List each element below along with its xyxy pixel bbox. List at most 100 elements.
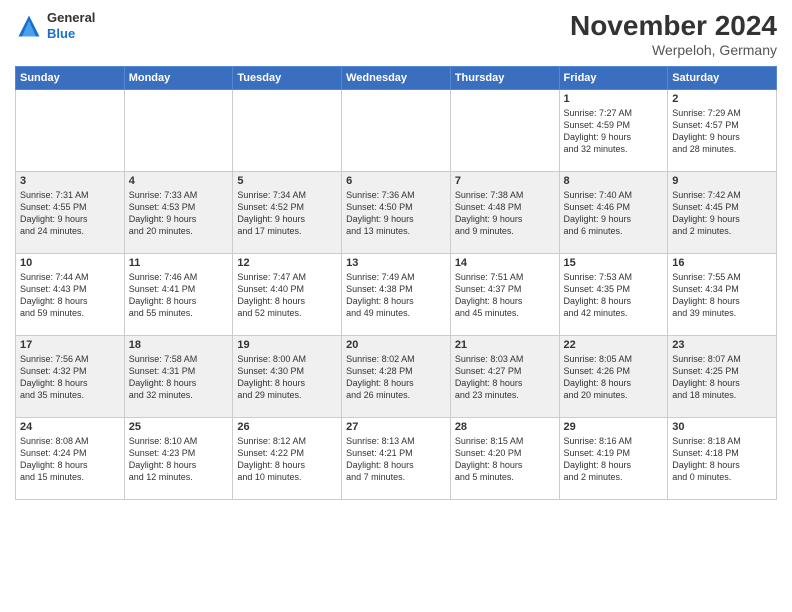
- day-number: 20: [346, 339, 446, 351]
- calendar-cell: 24 Sunrise: 8:08 AM Sunset: 4:24 PM Dayli…: [16, 418, 125, 500]
- calendar-week-1: 3 Sunrise: 7:31 AM Sunset: 4:55 PM Daylig…: [16, 172, 777, 254]
- day-info: Sunrise: 8:13 AM Sunset: 4:21 PM Dayligh…: [346, 435, 446, 484]
- day-number: 6: [346, 175, 446, 187]
- calendar-cell: 1 Sunrise: 7:27 AM Sunset: 4:59 PM Daylig…: [559, 90, 668, 172]
- calendar-cell: 30 Sunrise: 8:18 AM Sunset: 4:18 PM Dayli…: [668, 418, 777, 500]
- calendar-cell: 18 Sunrise: 7:58 AM Sunset: 4:31 PM Dayli…: [124, 336, 233, 418]
- day-info: Sunrise: 8:02 AM Sunset: 4:28 PM Dayligh…: [346, 353, 446, 402]
- page: General Blue November 2024 Werpeloh, Ger…: [0, 0, 792, 612]
- calendar-cell: 17 Sunrise: 7:56 AM Sunset: 4:32 PM Dayli…: [16, 336, 125, 418]
- calendar-cell: [16, 90, 125, 172]
- day-info: Sunrise: 8:05 AM Sunset: 4:26 PM Dayligh…: [564, 353, 664, 402]
- calendar-cell: 9Sunrise: 7:42 AM Sunset: 4:45 PM Daylig…: [668, 172, 777, 254]
- day-number: 25: [129, 421, 229, 433]
- day-info: Sunrise: 7:34 AM Sunset: 4:52 PM Dayligh…: [237, 189, 337, 238]
- day-number: 24: [20, 421, 120, 433]
- day-info: Sunrise: 7:31 AM Sunset: 4:55 PM Dayligh…: [20, 189, 120, 238]
- logo-icon: [15, 12, 43, 40]
- day-number: 21: [455, 339, 555, 351]
- day-number: 3: [20, 175, 120, 187]
- header-saturday: Saturday: [668, 67, 777, 90]
- calendar-cell: 28 Sunrise: 8:15 AM Sunset: 4:20 PM Dayli…: [450, 418, 559, 500]
- day-info: Sunrise: 8:03 AM Sunset: 4:27 PM Dayligh…: [455, 353, 555, 402]
- calendar-cell: 5 Sunrise: 7:34 AM Sunset: 4:52 PM Daylig…: [233, 172, 342, 254]
- day-info: Sunrise: 8:10 AM Sunset: 4:23 PM Dayligh…: [129, 435, 229, 484]
- calendar-cell: 14Sunrise: 7:51 AM Sunset: 4:37 PM Dayli…: [450, 254, 559, 336]
- calendar-cell: 23 Sunrise: 8:07 AM Sunset: 4:25 PM Dayli…: [668, 336, 777, 418]
- day-info: Sunrise: 7:55 AM Sunset: 4:34 PM Dayligh…: [672, 271, 772, 320]
- day-number: 1: [564, 93, 664, 105]
- day-info: Sunrise: 7:47 AM Sunset: 4:40 PM Dayligh…: [237, 271, 337, 320]
- day-number: 12: [237, 257, 337, 269]
- day-info: Sunrise: 8:18 AM Sunset: 4:18 PM Dayligh…: [672, 435, 772, 484]
- day-info: Sunrise: 8:08 AM Sunset: 4:24 PM Dayligh…: [20, 435, 120, 484]
- day-info: Sunrise: 7:27 AM Sunset: 4:59 PM Dayligh…: [564, 107, 664, 156]
- month-title: November 2024: [570, 10, 777, 42]
- day-number: 17: [20, 339, 120, 351]
- day-info: Sunrise: 8:12 AM Sunset: 4:22 PM Dayligh…: [237, 435, 337, 484]
- calendar-cell: 4Sunrise: 7:33 AM Sunset: 4:53 PM Daylig…: [124, 172, 233, 254]
- day-number: 11: [129, 257, 229, 269]
- calendar-cell: 13Sunrise: 7:49 AM Sunset: 4:38 PM Dayli…: [342, 254, 451, 336]
- calendar-cell: 27Sunrise: 8:13 AM Sunset: 4:21 PM Dayli…: [342, 418, 451, 500]
- day-number: 23: [672, 339, 772, 351]
- day-info: Sunrise: 7:29 AM Sunset: 4:57 PM Dayligh…: [672, 107, 772, 156]
- calendar-cell: 2Sunrise: 7:29 AM Sunset: 4:57 PM Daylig…: [668, 90, 777, 172]
- day-info: Sunrise: 8:16 AM Sunset: 4:19 PM Dayligh…: [564, 435, 664, 484]
- calendar-cell: 16 Sunrise: 7:55 AM Sunset: 4:34 PM Dayli…: [668, 254, 777, 336]
- calendar-cell: 6 Sunrise: 7:36 AM Sunset: 4:50 PM Daylig…: [342, 172, 451, 254]
- header-monday: Monday: [124, 67, 233, 90]
- day-info: Sunrise: 8:07 AM Sunset: 4:25 PM Dayligh…: [672, 353, 772, 402]
- calendar-cell: 21 Sunrise: 8:03 AM Sunset: 4:27 PM Dayli…: [450, 336, 559, 418]
- header-wednesday: Wednesday: [342, 67, 451, 90]
- calendar-cell: 10Sunrise: 7:44 AM Sunset: 4:43 PM Dayli…: [16, 254, 125, 336]
- calendar-week-3: 17 Sunrise: 7:56 AM Sunset: 4:32 PM Dayli…: [16, 336, 777, 418]
- day-info: Sunrise: 7:36 AM Sunset: 4:50 PM Dayligh…: [346, 189, 446, 238]
- calendar-week-2: 10Sunrise: 7:44 AM Sunset: 4:43 PM Dayli…: [16, 254, 777, 336]
- day-info: Sunrise: 7:53 AM Sunset: 4:35 PM Dayligh…: [564, 271, 664, 320]
- day-info: Sunrise: 8:15 AM Sunset: 4:20 PM Dayligh…: [455, 435, 555, 484]
- day-info: Sunrise: 7:56 AM Sunset: 4:32 PM Dayligh…: [20, 353, 120, 402]
- calendar-cell: 3 Sunrise: 7:31 AM Sunset: 4:55 PM Daylig…: [16, 172, 125, 254]
- header: General Blue November 2024 Werpeloh, Ger…: [15, 10, 777, 58]
- calendar-week-4: 24 Sunrise: 8:08 AM Sunset: 4:24 PM Dayli…: [16, 418, 777, 500]
- day-info: Sunrise: 7:49 AM Sunset: 4:38 PM Dayligh…: [346, 271, 446, 320]
- day-info: Sunrise: 7:46 AM Sunset: 4:41 PM Dayligh…: [129, 271, 229, 320]
- day-number: 26: [237, 421, 337, 433]
- title-block: November 2024 Werpeloh, Germany: [570, 10, 777, 58]
- day-info: Sunrise: 7:42 AM Sunset: 4:45 PM Dayligh…: [672, 189, 772, 238]
- calendar-cell: 22Sunrise: 8:05 AM Sunset: 4:26 PM Dayli…: [559, 336, 668, 418]
- header-thursday: Thursday: [450, 67, 559, 90]
- calendar-cell: 7Sunrise: 7:38 AM Sunset: 4:48 PM Daylig…: [450, 172, 559, 254]
- logo-general: General: [47, 10, 95, 25]
- day-number: 5: [237, 175, 337, 187]
- day-number: 28: [455, 421, 555, 433]
- day-info: Sunrise: 7:58 AM Sunset: 4:31 PM Dayligh…: [129, 353, 229, 402]
- calendar-week-0: 1 Sunrise: 7:27 AM Sunset: 4:59 PM Daylig…: [16, 90, 777, 172]
- location: Werpeloh, Germany: [570, 42, 777, 58]
- logo: General Blue: [15, 10, 95, 41]
- calendar-cell: [342, 90, 451, 172]
- calendar-cell: 19Sunrise: 8:00 AM Sunset: 4:30 PM Dayli…: [233, 336, 342, 418]
- calendar: Sunday Monday Tuesday Wednesday Thursday…: [15, 66, 777, 500]
- calendar-cell: 20 Sunrise: 8:02 AM Sunset: 4:28 PM Dayli…: [342, 336, 451, 418]
- calendar-header: Sunday Monday Tuesday Wednesday Thursday…: [16, 67, 777, 90]
- calendar-cell: 15 Sunrise: 7:53 AM Sunset: 4:35 PM Dayli…: [559, 254, 668, 336]
- day-info: Sunrise: 7:51 AM Sunset: 4:37 PM Dayligh…: [455, 271, 555, 320]
- calendar-cell: [450, 90, 559, 172]
- header-friday: Friday: [559, 67, 668, 90]
- day-number: 4: [129, 175, 229, 187]
- calendar-cell: 29Sunrise: 8:16 AM Sunset: 4:19 PM Dayli…: [559, 418, 668, 500]
- day-number: 19: [237, 339, 337, 351]
- logo-blue: Blue: [47, 26, 75, 41]
- day-number: 7: [455, 175, 555, 187]
- day-number: 18: [129, 339, 229, 351]
- day-number: 10: [20, 257, 120, 269]
- day-number: 30: [672, 421, 772, 433]
- calendar-cell: [233, 90, 342, 172]
- day-number: 8: [564, 175, 664, 187]
- calendar-body: 1 Sunrise: 7:27 AM Sunset: 4:59 PM Daylig…: [16, 90, 777, 500]
- day-number: 16: [672, 257, 772, 269]
- day-number: 15: [564, 257, 664, 269]
- calendar-cell: 11 Sunrise: 7:46 AM Sunset: 4:41 PM Dayli…: [124, 254, 233, 336]
